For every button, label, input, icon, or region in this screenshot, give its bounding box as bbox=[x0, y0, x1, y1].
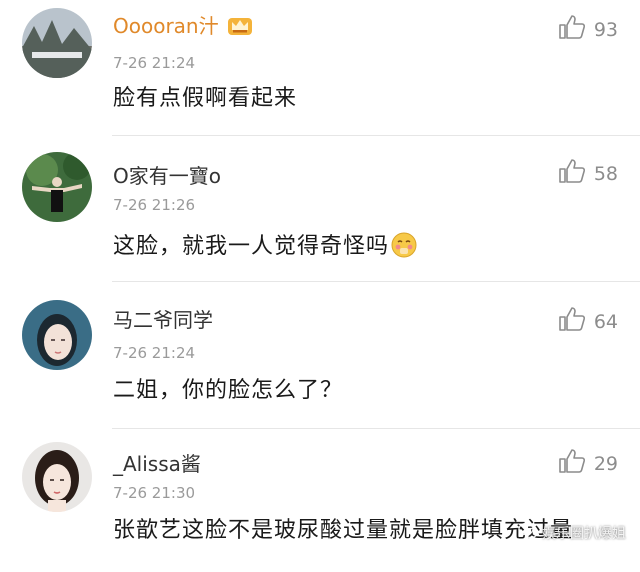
comment-item: 马二爷同学 7-26 21:24 二姐，你的脸怎么了？ 64 bbox=[0, 282, 640, 432]
comment-text: 二姐，你的脸怎么了？ bbox=[113, 378, 344, 403]
avatar[interactable] bbox=[22, 442, 92, 512]
like-count: 29 bbox=[593, 452, 618, 475]
comment-time: 7-26 21:26 bbox=[113, 196, 196, 214]
comment-item: O家有一寶o 7-26 21:26 这脸，就我一人觉得奇怪吗 58 bbox=[0, 136, 640, 282]
avatar[interactable] bbox=[22, 8, 92, 78]
thumbs-up-icon[interactable] bbox=[558, 14, 586, 45]
thumbs-up-icon[interactable] bbox=[558, 306, 586, 337]
username[interactable]: Ooooran汁 bbox=[113, 10, 253, 41]
comment-time: 7-26 21:24 bbox=[113, 344, 196, 362]
like-button[interactable]: 93 bbox=[558, 14, 618, 45]
watermark: 娱乐圈扒爆姐 bbox=[518, 522, 626, 544]
like-count: 64 bbox=[593, 310, 618, 333]
like-count: 58 bbox=[593, 162, 618, 185]
like-count: 93 bbox=[593, 18, 618, 41]
crown-badge-icon bbox=[227, 14, 253, 41]
thumbs-up-icon[interactable] bbox=[558, 158, 586, 189]
username[interactable]: 马二爷同学 bbox=[113, 304, 213, 333]
comment-time: 7-26 21:30 bbox=[113, 484, 196, 502]
like-button[interactable]: 29 bbox=[558, 448, 618, 479]
comment-text-body: 这脸，就我一人觉得奇怪吗 bbox=[113, 234, 390, 259]
thumbs-up-icon[interactable] bbox=[558, 448, 586, 479]
comment-item: _Alissa酱 7-26 21:30 张歆艺这脸不是玻尿酸过量就是脸胖填充过量… bbox=[0, 428, 640, 572]
comment-time: 7-26 21:24 bbox=[113, 54, 196, 72]
avatar[interactable] bbox=[22, 152, 92, 222]
username[interactable]: O家有一寶o bbox=[113, 160, 221, 189]
comment-text: 这脸，就我一人觉得奇怪吗 bbox=[113, 228, 623, 271]
comment-item: Ooooran汁 7-26 21:24 脸有点假啊看起来 93 bbox=[0, 0, 640, 140]
username[interactable]: _Alissa酱 bbox=[113, 448, 201, 477]
username-text[interactable]: Ooooran汁 bbox=[113, 14, 219, 38]
wechat-icon bbox=[518, 522, 538, 544]
avatar[interactable] bbox=[22, 300, 92, 370]
like-button[interactable]: 58 bbox=[558, 158, 618, 189]
like-button[interactable]: 64 bbox=[558, 306, 618, 337]
shy-emoji-icon bbox=[391, 232, 417, 271]
comment-text: 脸有点假啊看起来 bbox=[113, 86, 298, 111]
watermark-text: 娱乐圈扒爆姐 bbox=[542, 526, 626, 542]
